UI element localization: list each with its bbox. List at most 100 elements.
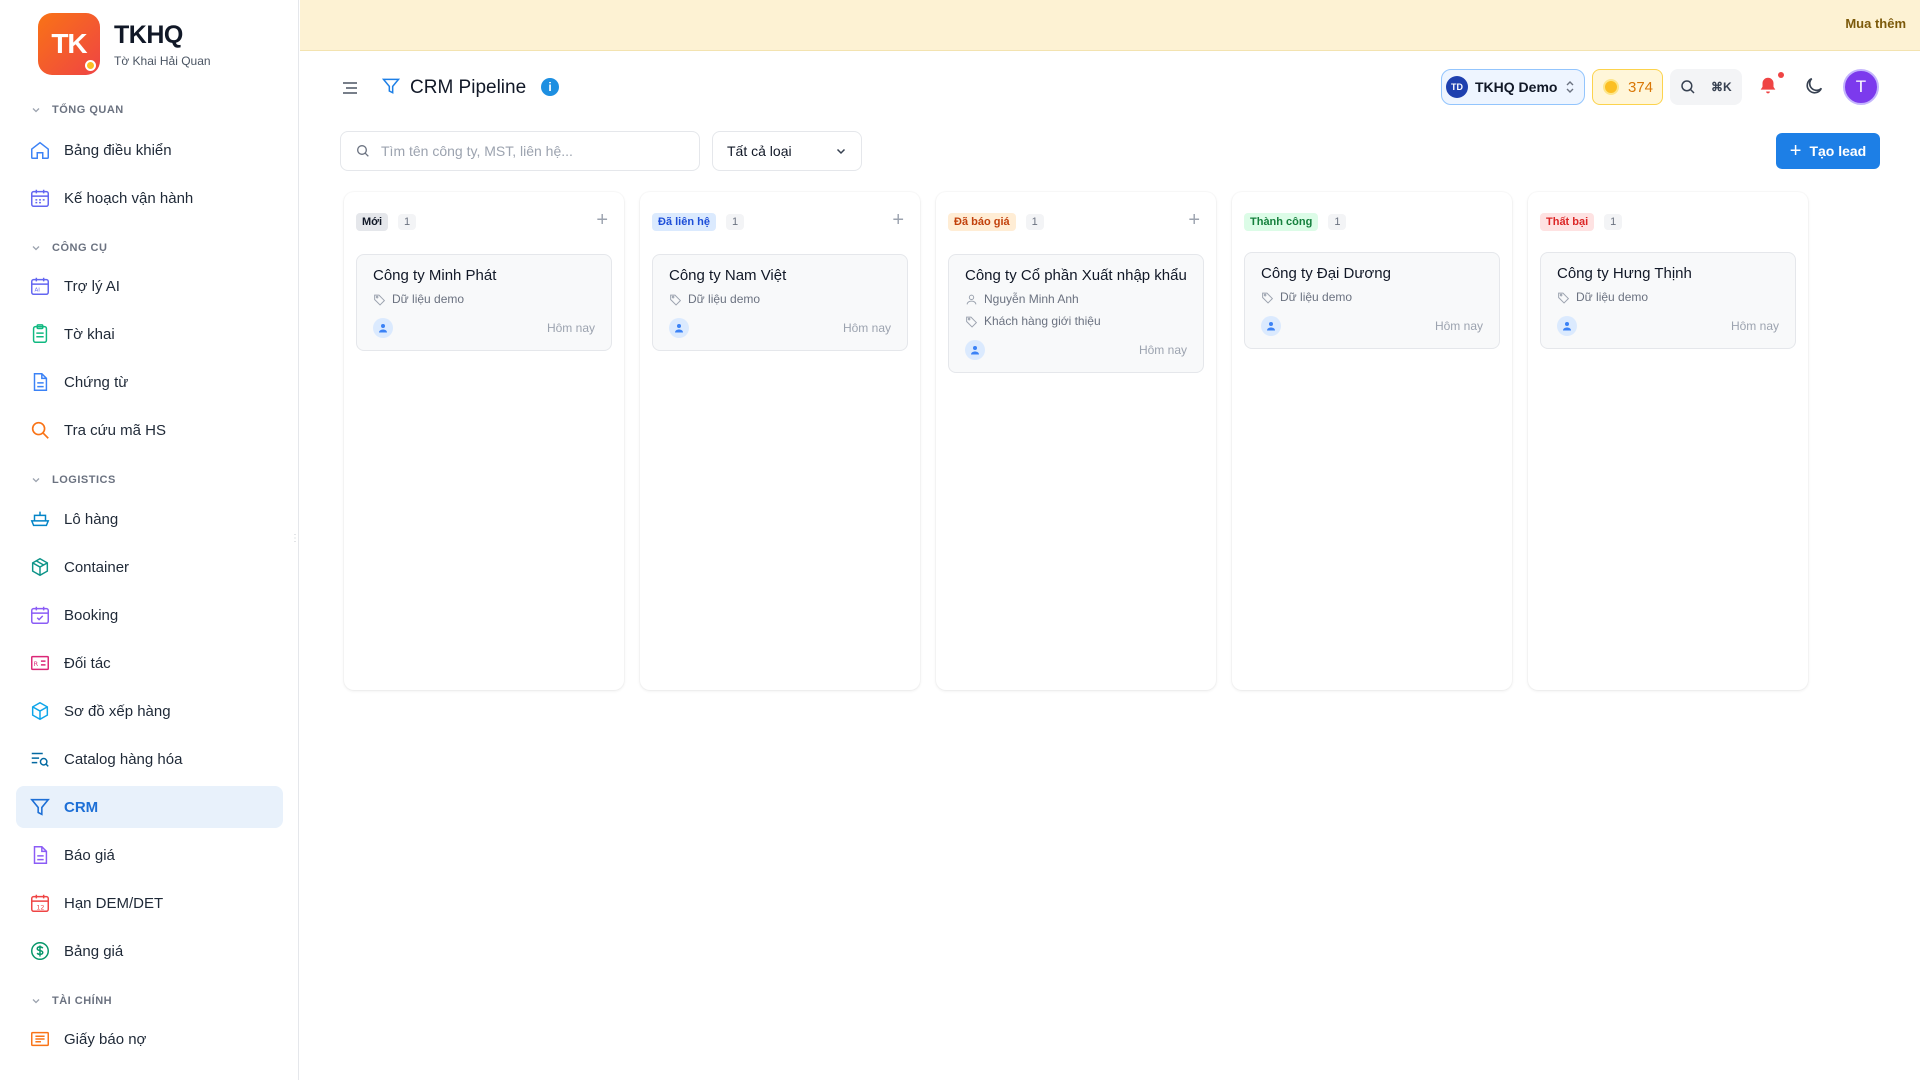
tag-icon — [670, 294, 682, 306]
sidebar-item-dem-det[interactable]: 12 Hạn DEM/DET — [16, 882, 283, 924]
lead-source: Dữ liệu demo — [1576, 290, 1649, 304]
user-icon — [965, 340, 985, 360]
lead-card[interactable]: Công ty Đại Dương Dữ liệu demo Hôm nay — [1244, 252, 1500, 349]
chevron-up-down-icon — [1566, 81, 1574, 93]
svg-text:12: 12 — [36, 903, 44, 911]
sidebar-item-label: Bảng giá — [64, 942, 124, 960]
brand[interactable]: TK TKHQ Tờ Khai Hải Quan — [38, 13, 211, 75]
sidebar-item-label: Container — [64, 558, 130, 576]
sidebar-item-label: Kế hoạch vận hành — [64, 189, 194, 207]
pipeline-column-quoted: Đã báo giá 1 + Công ty Cổ phần Xuất nhập… — [936, 192, 1216, 690]
sidebar-item-catalog[interactable]: Catalog hàng hóa — [16, 738, 283, 780]
create-lead-button[interactable]: + Tạo lead — [1776, 133, 1880, 169]
lead-company: Công ty Hưng Thịnh — [1557, 265, 1692, 282]
svg-text:R: R — [34, 660, 39, 668]
lead-card[interactable]: Công ty Minh Phát Dữ liệu demo Hôm nay — [356, 254, 612, 351]
sidebar-item-label: Catalog hàng hóa — [64, 750, 183, 768]
lead-search[interactable] — [340, 131, 700, 171]
user-icon — [373, 318, 393, 338]
lead-card[interactable]: Công ty Cổ phần Xuất nhập khẩu Nguyễn Mi… — [948, 254, 1204, 373]
receipt-icon — [29, 1028, 51, 1050]
sidebar-item-dashboard[interactable]: Bảng điều khiển — [16, 129, 283, 171]
section-label: TÀI CHÍNH — [52, 995, 113, 1007]
stage-badge: Đã báo giá — [948, 213, 1016, 231]
sidebar-item-ai-assistant[interactable]: AI Trợ lý AI — [16, 265, 283, 307]
person-icon — [966, 294, 977, 304]
lead-company: Công ty Minh Phát — [373, 267, 497, 284]
sidebar-resize-handle[interactable]: ⋮⋮ — [290, 533, 298, 544]
sidebar-item-partners[interactable]: R Đối tác — [16, 642, 283, 684]
sidebar-item-quotes[interactable]: Báo giá — [16, 834, 283, 876]
sidebar-item-shipments[interactable]: Lô hàng — [16, 498, 283, 540]
chevron-down-icon — [32, 478, 40, 483]
menu-toggle-icon[interactable] — [340, 78, 360, 103]
lead-company: Công ty Nam Việt — [669, 267, 787, 284]
section-header-finance[interactable]: TÀI CHÍNH — [30, 995, 112, 1007]
section-header-overview[interactable]: TỔNG QUAN — [30, 104, 124, 116]
stage-count: 1 — [398, 214, 417, 230]
sidebar-item-label: Booking — [64, 606, 119, 624]
stage-badge: Mới — [356, 213, 389, 231]
sidebar-item-label: Sơ đồ xếp hàng — [64, 702, 171, 720]
workspace-badge: TD — [1446, 76, 1468, 98]
sidebar-item-operations-plan[interactable]: Kế hoạch vận hành — [16, 177, 283, 219]
workspace-name: TKHQ Demo — [1475, 79, 1558, 95]
lead-date: Hôm nay — [1434, 319, 1483, 333]
lead-source: Dữ liệu demo — [1280, 290, 1353, 304]
sidebar-item-hs-lookup[interactable]: Tra cứu mã HS — [16, 409, 283, 451]
add-lead-icon[interactable]: + — [892, 210, 904, 230]
notification-dot — [1778, 72, 1784, 78]
pipeline-column-lost: Thất bại 1 Công ty Hưng Thịnh Dữ liệu de… — [1528, 192, 1808, 690]
ai-icon: AI — [29, 275, 51, 297]
coin-balance[interactable]: 374 — [1592, 69, 1663, 105]
lead-type-value: Tất cả loại — [727, 143, 792, 159]
home-icon — [29, 139, 51, 161]
ship-icon — [29, 508, 51, 530]
chevron-down-icon — [32, 246, 40, 251]
lead-card[interactable]: Công ty Hưng Thịnh Dữ liệu demo Hôm nay — [1540, 252, 1796, 349]
workspace-switcher[interactable]: TD TKHQ Demo — [1441, 69, 1585, 105]
dark-mode-toggle-icon[interactable] — [1803, 75, 1825, 102]
shortcut-hint: ⌘K — [1711, 80, 1732, 94]
section-label: TỔNG QUAN — [52, 104, 124, 116]
user-avatar[interactable]: T — [1843, 69, 1879, 105]
section-header-logistics[interactable]: LOGISTICS — [30, 474, 116, 486]
add-lead-icon[interactable]: + — [596, 210, 608, 230]
pipeline-column-new: Mới 1 + Công ty Minh Phát Dữ liệu demo H… — [344, 192, 624, 690]
coin-icon — [1603, 79, 1619, 95]
tag-icon — [966, 316, 978, 328]
info-icon[interactable]: i — [541, 78, 559, 96]
global-search-button[interactable]: ⌘K — [1670, 69, 1742, 105]
sidebar-item-crm[interactable]: CRM — [16, 786, 283, 828]
sidebar-item-debit-note[interactable]: Giấy báo nợ — [16, 1018, 283, 1060]
lead-search-input[interactable] — [381, 143, 681, 159]
sidebar-item-label: Tờ khai — [64, 325, 115, 343]
lead-card[interactable]: Công ty Nam Việt Dữ liệu demo Hôm nay — [652, 254, 908, 351]
buy-more-link[interactable]: Mua thêm — [1845, 16, 1906, 31]
pipeline-column-won: Thành công 1 Công ty Đại Dương Dữ liệu d… — [1232, 192, 1512, 690]
clipboard-icon — [29, 323, 51, 345]
sidebar-item-container[interactable]: Container — [16, 546, 283, 588]
pipeline-column-contacted: Đã liên hệ 1 + Công ty Nam Việt Dữ liệu … — [640, 192, 920, 690]
section-header-tools[interactable]: CÔNG CỤ — [30, 242, 107, 254]
svg-text:AI: AI — [35, 288, 41, 294]
lead-type-select[interactable]: Tất cả loại — [712, 131, 862, 171]
lead-date: Hôm nay — [1138, 343, 1187, 357]
stage-count: 1 — [725, 214, 745, 230]
user-icon — [669, 318, 689, 338]
sidebar-item-documents[interactable]: Chứng từ — [16, 361, 283, 403]
sidebar-item-loading-plan[interactable]: Sơ đồ xếp hàng — [16, 690, 283, 732]
sidebar-item-label: Hạn DEM/DET — [64, 894, 164, 912]
sidebar-item-label: Bảng điều khiển — [64, 141, 172, 159]
add-lead-icon[interactable]: + — [1188, 210, 1200, 230]
contact-card-icon: R — [29, 652, 51, 674]
lead-source: Dữ liệu demo — [392, 292, 465, 306]
sidebar-item-booking[interactable]: Booking — [16, 594, 283, 636]
file-icon — [29, 844, 51, 866]
brand-subtitle: Tờ Khai Hải Quan — [114, 53, 211, 68]
sidebar-item-price-list[interactable]: Bảng giá — [16, 930, 283, 972]
notification-bell-icon[interactable] — [1757, 75, 1779, 102]
logo-dot — [85, 60, 96, 71]
sidebar-item-declarations[interactable]: Tờ khai — [16, 313, 283, 355]
lead-date: Hôm nay — [1730, 319, 1779, 333]
